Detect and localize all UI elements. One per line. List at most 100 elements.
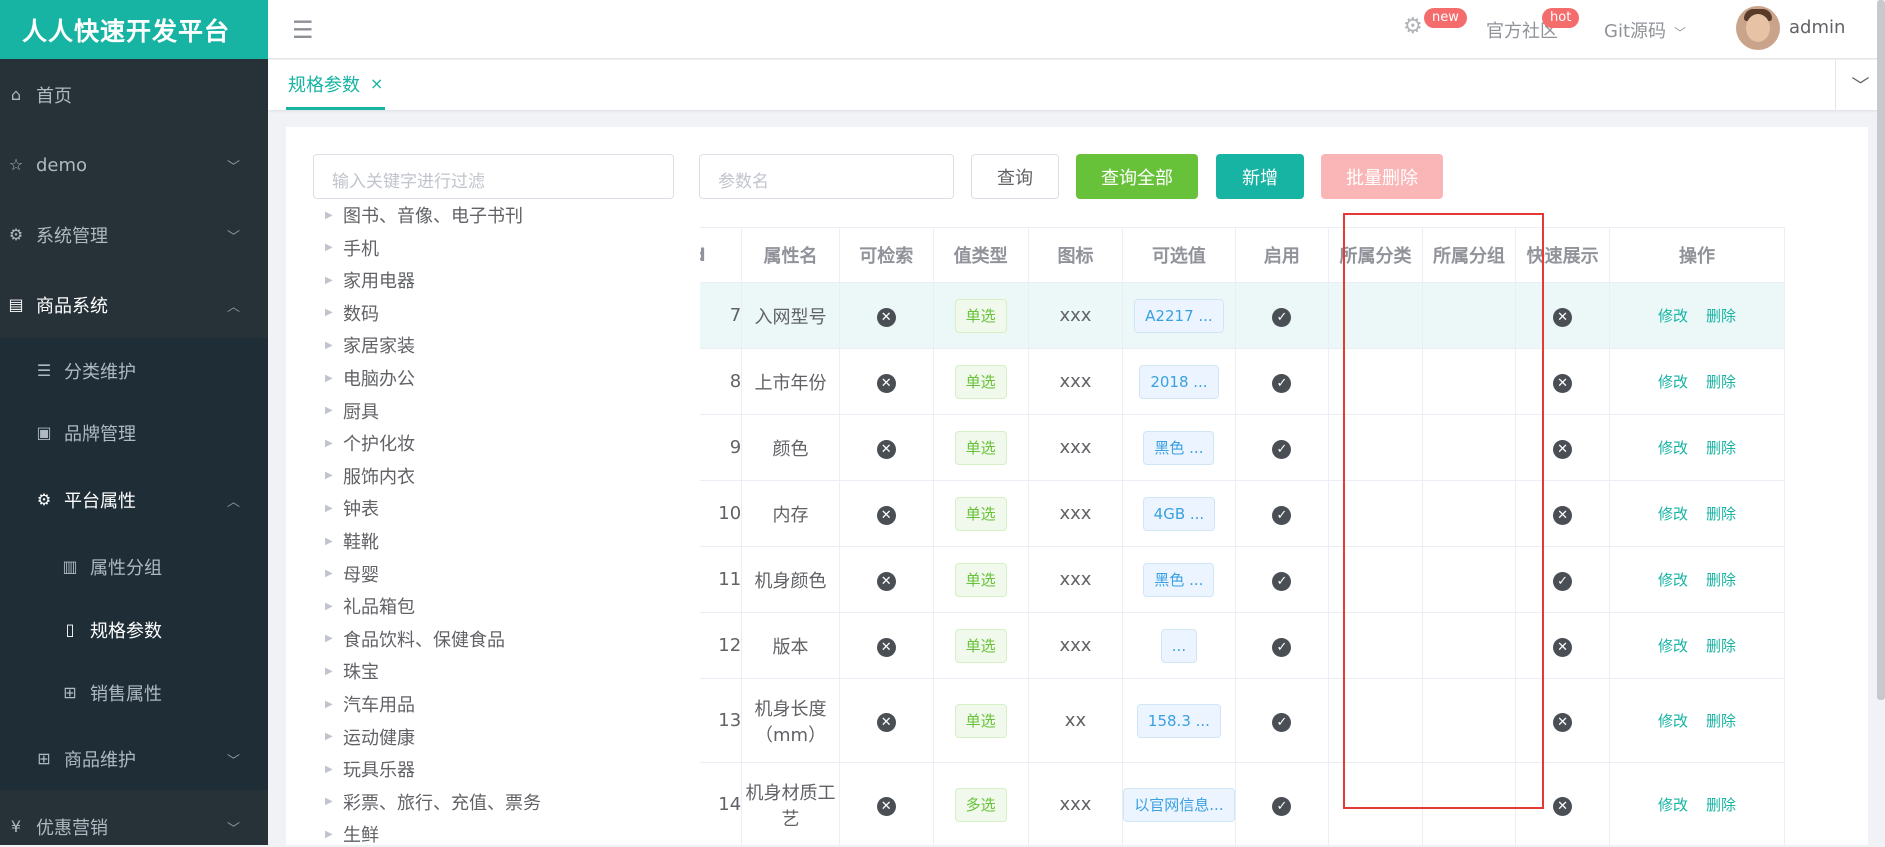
- caret-right-icon[interactable]: ▶: [325, 699, 333, 710]
- tree-node[interactable]: ▶ 玩具乐器: [325, 756, 415, 782]
- tree-node-label: 数码: [343, 303, 379, 325]
- delete-link[interactable]: 删除: [1706, 571, 1736, 589]
- caret-right-icon[interactable]: ▶: [325, 438, 333, 449]
- sidebar-item-11[interactable]: ¥ 优惠营销 ﹀: [0, 812, 268, 842]
- tree-node[interactable]: ▶ 运动健康: [325, 724, 415, 750]
- tab-label: 规格参数: [288, 74, 360, 96]
- sidebar-item-1[interactable]: ☆ demo ﹀: [0, 150, 268, 180]
- tree-node-label: 汽车用品: [343, 695, 415, 716]
- tree-node[interactable]: ▶ 礼品箱包: [325, 593, 415, 619]
- caret-right-icon[interactable]: ▶: [325, 275, 333, 286]
- tree-node[interactable]: ▶ 珠宝: [325, 658, 379, 684]
- caret-right-icon[interactable]: ▶: [325, 829, 333, 840]
- sidebar-item-4[interactable]: ☰ 分类维护: [0, 356, 268, 386]
- git-label: Git源码: [1604, 21, 1667, 42]
- values-tag: ...: [1160, 628, 1198, 663]
- query-all-button[interactable]: 查询全部: [1076, 154, 1198, 199]
- edit-link[interactable]: 修改: [1658, 637, 1688, 655]
- tab-spec-params[interactable]: 规格参数 ×: [286, 60, 386, 110]
- delete-link[interactable]: 删除: [1706, 637, 1736, 655]
- edit-link[interactable]: 修改: [1658, 796, 1688, 814]
- table-row: 8 上市年份 ✕ 单选 xxx 2018 ... ✓ ✕ 修改 删除: [700, 348, 1786, 415]
- caret-right-icon[interactable]: ▶: [325, 340, 333, 351]
- tree-node[interactable]: ▶ 汽车用品: [325, 691, 415, 717]
- caret-right-icon[interactable]: ▶: [325, 666, 333, 677]
- column-header: 可检索: [838, 227, 934, 283]
- caret-right-icon[interactable]: ▶: [325, 633, 333, 644]
- sidebar-item-3[interactable]: ▤ 商品系统 ︿: [0, 290, 268, 320]
- id-cell: 9: [729, 437, 742, 458]
- avatar[interactable]: [1736, 6, 1780, 50]
- sidebar-item-5[interactable]: ▣ 品牌管理: [0, 418, 268, 448]
- caret-right-icon[interactable]: ▶: [325, 503, 333, 514]
- close-circle-icon: ✕: [1553, 796, 1573, 816]
- list-icon: ☰: [36, 361, 52, 380]
- edit-link[interactable]: 修改: [1658, 712, 1688, 730]
- tree-node[interactable]: ▶ 服饰内衣: [325, 463, 415, 489]
- tree-node[interactable]: ▶ 数码: [325, 300, 379, 326]
- icon-cell: xx: [1064, 710, 1087, 731]
- tree-node[interactable]: ▶ 家用电器: [325, 267, 415, 293]
- caret-right-icon[interactable]: ▶: [325, 601, 333, 612]
- delete-link[interactable]: 删除: [1706, 796, 1736, 814]
- sidebar-item-label: 品牌管理: [64, 424, 136, 445]
- tree-node[interactable]: ▶ 钟表: [325, 495, 379, 521]
- tree-filter-input[interactable]: 输入关键字进行过滤: [313, 154, 674, 199]
- caret-right-icon[interactable]: ▶: [325, 242, 333, 253]
- sidebar-item-6[interactable]: ⚙ 平台属性 ︿: [0, 485, 268, 515]
- menu-toggle-icon[interactable]: ☰: [292, 16, 314, 44]
- caret-right-icon[interactable]: ▶: [325, 470, 333, 481]
- home-icon: ⌂: [10, 85, 22, 104]
- git-source-dropdown[interactable]: Git源码 ﹀: [1604, 17, 1686, 43]
- tree-node[interactable]: ▶ 家居家装: [325, 332, 415, 358]
- sidebar-item-9[interactable]: ⊞ 销售属性: [0, 678, 268, 708]
- delete-link[interactable]: 删除: [1706, 505, 1736, 523]
- sidebar-item-7[interactable]: ▥ 属性分组: [0, 552, 268, 582]
- tree-node[interactable]: ▶ 鞋靴: [325, 528, 379, 554]
- tree-node[interactable]: ▶ 生鲜: [325, 821, 379, 847]
- add-button[interactable]: 新增: [1216, 154, 1304, 199]
- settings-gear-icon[interactable]: ⚙: [1403, 14, 1423, 39]
- edit-link[interactable]: 修改: [1658, 505, 1688, 523]
- table-row: 9 颜色 ✕ 单选 xxx 黑色 ... ✓ ✕ 修改 删除: [700, 414, 1786, 481]
- close-icon[interactable]: ×: [370, 74, 383, 93]
- edit-link[interactable]: 修改: [1658, 439, 1688, 457]
- edit-link[interactable]: 修改: [1658, 571, 1688, 589]
- username[interactable]: admin: [1789, 17, 1845, 38]
- tree-node[interactable]: ▶ 图书、音像、电子书刊: [325, 202, 523, 228]
- tree-node[interactable]: ▶ 母婴: [325, 561, 379, 587]
- caret-right-icon[interactable]: ▶: [325, 536, 333, 547]
- tree-node[interactable]: ▶ 食品饮料、保健食品: [325, 626, 505, 652]
- caret-right-icon[interactable]: ▶: [325, 764, 333, 775]
- tree-node[interactable]: ▶ 厨具: [325, 398, 379, 424]
- param-name-search-input[interactable]: 参数名: [699, 154, 954, 199]
- caret-right-icon[interactable]: ▶: [325, 373, 333, 384]
- tree-node[interactable]: ▶ 手机: [325, 235, 379, 261]
- check-circle-icon: ✓: [1272, 796, 1292, 816]
- caret-right-icon[interactable]: ▶: [325, 796, 333, 807]
- delete-link[interactable]: 删除: [1706, 307, 1736, 325]
- attr-name-cell: 上市年份: [754, 372, 827, 394]
- query-button[interactable]: 查询: [971, 154, 1059, 199]
- edit-link[interactable]: 修改: [1658, 307, 1688, 325]
- tree-node[interactable]: ▶ 电脑办公: [325, 365, 415, 391]
- sidebar-item-label: 销售属性: [90, 684, 162, 705]
- batch-delete-button[interactable]: 批量删除: [1321, 154, 1443, 199]
- tree-node[interactable]: ▶ 彩票、旅行、充值、票务: [325, 789, 541, 815]
- sidebar-item-10[interactable]: ⊞ 商品维护 ﹀: [0, 744, 268, 774]
- delete-link[interactable]: 删除: [1706, 712, 1736, 730]
- caret-right-icon[interactable]: ▶: [325, 405, 333, 416]
- delete-link[interactable]: 删除: [1706, 439, 1736, 457]
- sidebar-item-8[interactable]: ▯ 规格参数: [0, 615, 268, 645]
- page-scrollbar[interactable]: [1877, 0, 1885, 700]
- edit-link[interactable]: 修改: [1658, 373, 1688, 391]
- tree-node[interactable]: ▶ 个护化妆: [325, 430, 415, 456]
- delete-link[interactable]: 删除: [1706, 373, 1736, 391]
- id-cell: 14: [718, 794, 742, 815]
- caret-right-icon[interactable]: ▶: [325, 307, 333, 318]
- caret-right-icon[interactable]: ▶: [325, 210, 333, 221]
- caret-right-icon[interactable]: ▶: [325, 731, 333, 742]
- caret-right-icon[interactable]: ▶: [325, 568, 333, 579]
- sidebar-item-0[interactable]: ⌂ 首页: [0, 80, 268, 110]
- sidebar-item-2[interactable]: ⚙ 系统管理 ﹀: [0, 220, 268, 250]
